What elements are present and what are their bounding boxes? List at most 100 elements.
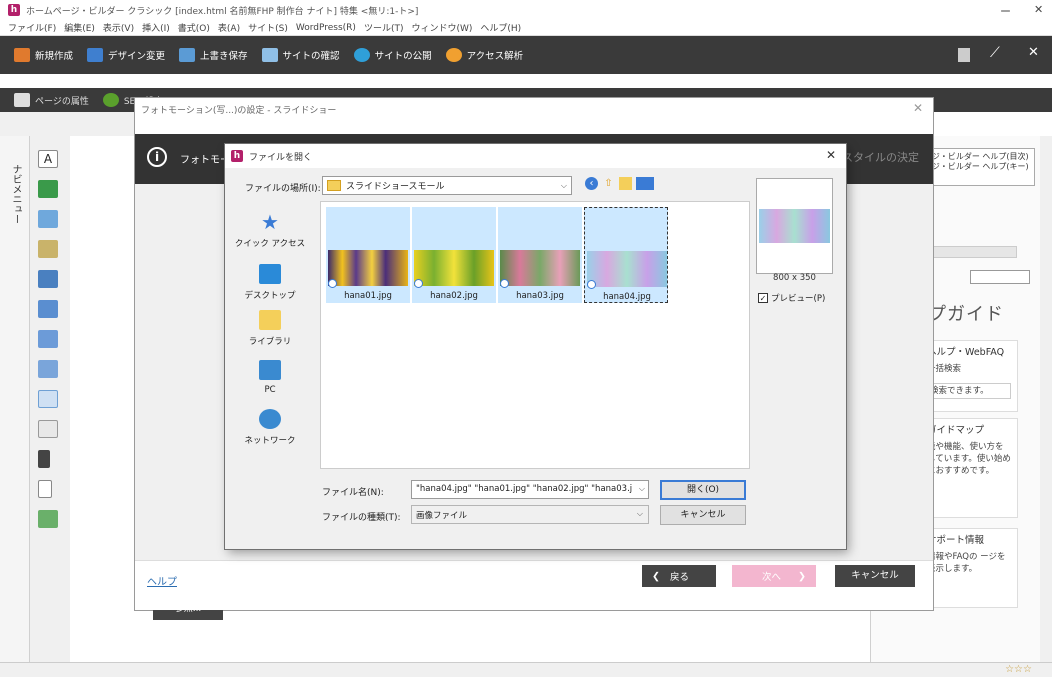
folder-nav-icons: ‹ ⇧ [585, 177, 658, 190]
menu-file[interactable]: ファイル(F) [8, 21, 56, 34]
panel-icon[interactable] [958, 48, 970, 62]
info-icon: i [147, 147, 167, 167]
save-label: 上書き保存 [200, 51, 248, 62]
back-button[interactable]: ❮ 戻る [642, 565, 716, 587]
save-button[interactable]: 上書き保存 [179, 48, 248, 62]
chevron-down-icon[interactable]: ⌵ [639, 484, 645, 494]
menu-table[interactable]: 表(A) [218, 21, 240, 34]
site-publish-label: サイトの公開 [374, 51, 432, 62]
navi-menu-label: ナビメニュー [10, 164, 21, 224]
menu-site[interactable]: サイト(S) [248, 21, 288, 34]
file-item[interactable]: hana02.jpg [412, 207, 496, 303]
list-icon[interactable] [38, 420, 58, 438]
table-icon[interactable] [38, 390, 58, 408]
title-bar: h ホームページ・ビルダー クラシック [index.html 名前無FHP 制… [0, 0, 1052, 20]
file-item[interactable]: hana01.jpg [326, 207, 410, 303]
thumbnail-image [414, 250, 494, 286]
help-guide-title: プガイド [928, 304, 1004, 325]
toolbar-close-icon[interactable]: ✕ [1028, 45, 1039, 60]
open-button[interactable]: 開く(O) [660, 480, 746, 500]
place-desktop[interactable]: デスクトップ [225, 264, 315, 301]
mobile-icon[interactable] [38, 450, 50, 468]
seo-icon [102, 93, 119, 107]
help-list: ージ・ビルダー ヘルプ(目次) ージ・ビルダー ヘルプ(キー) [920, 148, 1035, 186]
library-icon [259, 310, 281, 330]
menu-window[interactable]: ウィンドウ(W) [411, 21, 472, 34]
place-pc[interactable]: PC [225, 360, 315, 395]
filetype-value: 画像ファイル [416, 511, 468, 521]
back-nav-icon[interactable]: ‹ [585, 177, 598, 190]
file-item[interactable]: hana04.jpg [584, 207, 668, 303]
back-label: 戻る [669, 572, 689, 583]
network-icon [259, 409, 281, 429]
place-quick-access[interactable]: ★ クイック アクセス [225, 212, 315, 249]
right-panel-search-input[interactable] [970, 270, 1030, 284]
place-network[interactable]: ネットワーク [225, 409, 315, 446]
sync-icon [587, 280, 596, 289]
site-publish-button[interactable]: サイトの公開 [353, 48, 432, 62]
cancel-button[interactable]: キャンセル [660, 505, 746, 525]
menu-tools[interactable]: ツール(T) [364, 21, 404, 34]
access-analysis-button[interactable]: アクセス解析 [445, 48, 524, 62]
support-text: 情報やFAQの ージを表示します。 [927, 552, 1006, 574]
block-icon[interactable] [38, 330, 58, 348]
lookin-dropdown[interactable]: スライドショースモール ⌵ [322, 176, 572, 195]
menu-insert[interactable]: 挿入(I) [142, 21, 170, 34]
dialog-app-icon: h [231, 150, 243, 162]
menu-edit[interactable]: 編集(E) [64, 21, 95, 34]
menu-help[interactable]: ヘルプ(H) [480, 21, 521, 34]
new-page-button[interactable]: 新規作成 [14, 48, 73, 62]
menu-format[interactable]: 書式(O) [178, 21, 210, 34]
navi-menu-rail[interactable]: ナビメニュー [0, 136, 30, 666]
help-link[interactable]: ヘルプ [147, 573, 177, 588]
place-libraries[interactable]: ライブラリ [225, 310, 315, 347]
file-name: hana04.jpg [603, 292, 651, 302]
wizard-close-icon[interactable]: ✕ [913, 101, 923, 115]
frame-icon[interactable] [38, 300, 58, 318]
document-icon[interactable] [38, 480, 52, 498]
help-list-item-1[interactable]: ージ・ビルダー ヘルプ(目次) [924, 152, 1031, 162]
menu-wordpress[interactable]: WordPress(R) [296, 23, 356, 33]
folder-icon [327, 180, 341, 191]
image-icon[interactable] [38, 210, 58, 228]
page-properties-button[interactable]: ページの属性 [14, 93, 89, 107]
site-check-button[interactable]: サイトの確認 [261, 48, 340, 62]
help-list-item-2[interactable]: ージ・ビルダー ヘルプ(キー) [924, 162, 1031, 172]
checkmark-icon: ✓ [758, 293, 768, 303]
text-icon[interactable]: A [38, 150, 58, 168]
media-icon[interactable] [38, 270, 58, 288]
chevron-down-icon: ⌵ [636, 509, 643, 518]
chevron-right-icon: ❯ [798, 570, 806, 582]
chevron-left-icon: ❮ [652, 570, 660, 582]
view-menu-icon[interactable] [636, 177, 654, 190]
layout-icon[interactable] [38, 360, 58, 378]
guide-map-card[interactable]: ガイドマップ 能や機能、使い方をしています。使い始めにおすすめです。 [920, 418, 1018, 518]
wizard-step-label: スタイルの決定 [842, 151, 919, 164]
new-folder-icon[interactable] [619, 177, 632, 190]
help-faq-sub: 一括検索 [927, 364, 962, 374]
preview-checkbox[interactable]: ✓ プレビュー(P) [758, 292, 825, 304]
person-icon[interactable] [38, 180, 58, 198]
gallery-icon[interactable] [38, 510, 58, 528]
wizard-cancel-button[interactable]: キャンセル [835, 565, 915, 587]
pin-icon[interactable]: ⟋ [990, 45, 1000, 61]
file-name: hana01.jpg [344, 291, 392, 301]
menu-view[interactable]: 表示(V) [103, 21, 134, 34]
link-icon[interactable] [38, 240, 58, 258]
file-dialog-close-icon[interactable]: ✕ [826, 148, 836, 162]
app-logo-icon: h [8, 4, 20, 16]
help-faq-card[interactable]: ヘルプ・WebFAQ 一括検索 検索できます。 [920, 340, 1018, 412]
up-folder-icon[interactable]: ⇧ [602, 177, 615, 190]
next-button[interactable]: 次へ ❯ [732, 565, 816, 587]
filename-input[interactable]: "hana04.jpg" "hana01.jpg" "hana02.jpg" "… [411, 480, 649, 499]
preview-image [759, 209, 830, 243]
support-card[interactable]: サポート情報 情報やFAQの ージを表示します。 [920, 528, 1018, 608]
site-check-label: サイトの確認 [282, 51, 340, 62]
access-analysis-label: アクセス解析 [466, 51, 524, 62]
design-change-button[interactable]: デザイン変更 [87, 48, 165, 62]
minimize-icon[interactable]: ー [1000, 3, 1011, 19]
file-item[interactable]: hana03.jpg [498, 207, 582, 303]
filetype-select[interactable]: 画像ファイル ⌵ [411, 505, 649, 524]
help-faq-title: ヘルプ・WebFAQ [927, 347, 1005, 358]
close-icon[interactable]: ✕ [1034, 3, 1043, 16]
